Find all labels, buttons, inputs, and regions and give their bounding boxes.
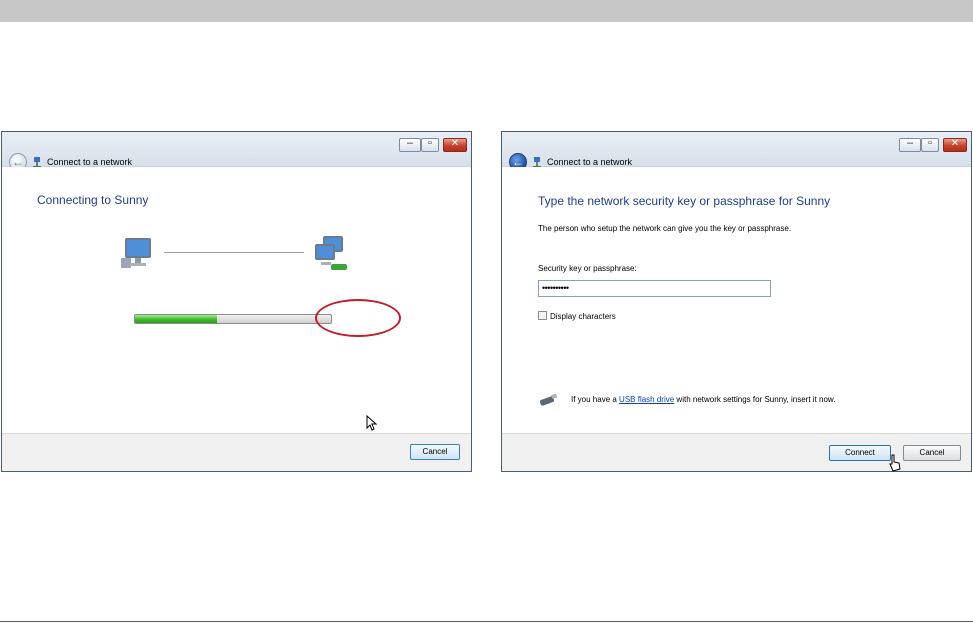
- instruction-text: The person who setup the network can giv…: [538, 224, 792, 233]
- bottom-rule: [0, 621, 973, 622]
- progress-fill: [135, 315, 218, 323]
- progress-bar: [134, 314, 332, 324]
- prompt-heading: Type the network security key or passphr…: [538, 194, 831, 208]
- minimize-icon: –: [406, 137, 414, 149]
- usb-hint-prefix: If you have a: [571, 395, 617, 404]
- window-title: Connect to a network: [547, 157, 633, 167]
- key-label: Security key or passphrase:: [538, 264, 637, 273]
- status-heading: Connecting to Sunny: [37, 193, 149, 207]
- close-icon: ✕: [950, 138, 960, 149]
- display-characters-label: Display characters: [550, 312, 616, 321]
- minimize-icon: –: [906, 137, 914, 149]
- connecting-window: – ▫ ✕ ← Connect to a network Connecting …: [1, 131, 472, 472]
- security-key-input[interactable]: ••••••••••: [538, 280, 771, 297]
- content-area: [2, 167, 471, 434]
- cancel-button[interactable]: Cancel: [410, 444, 460, 460]
- minimize-button[interactable]: –: [399, 137, 421, 152]
- close-button[interactable]: ✕: [443, 138, 467, 152]
- minimize-button[interactable]: –: [899, 137, 921, 152]
- close-button[interactable]: ✕: [943, 138, 967, 152]
- display-characters-checkbox[interactable]: [538, 311, 547, 320]
- connection-line: [164, 252, 304, 253]
- security-key-window: – ▫ ✕ ← Connect to a network Type the ne…: [501, 131, 972, 472]
- window-title: Connect to a network: [47, 157, 133, 167]
- hand-pointer-icon: [889, 454, 901, 472]
- cancel-button[interactable]: Cancel: [903, 445, 961, 461]
- usb-hint-suffix: with network settings for Sunny, insert …: [676, 395, 836, 404]
- top-banner: [0, 0, 973, 22]
- computer-icon: [121, 238, 151, 268]
- maximize-button[interactable]: ▫: [921, 137, 939, 152]
- maximize-icon: ▫: [928, 137, 932, 149]
- usb-drive-icon: [539, 394, 558, 406]
- maximize-button[interactable]: ▫: [421, 137, 439, 152]
- connect-highlight-circle: [315, 299, 401, 337]
- maximize-icon: ▫: [428, 137, 432, 149]
- usb-hint: If you have a USB flash drive with netwo…: [571, 395, 835, 404]
- network-computers-icon: [315, 236, 347, 270]
- close-icon: ✕: [450, 138, 460, 149]
- mouse-pointer-icon: [366, 415, 378, 431]
- footer-bar: [2, 433, 471, 471]
- connect-button[interactable]: Connect: [829, 445, 891, 461]
- usb-flash-drive-link[interactable]: USB flash drive: [619, 395, 674, 404]
